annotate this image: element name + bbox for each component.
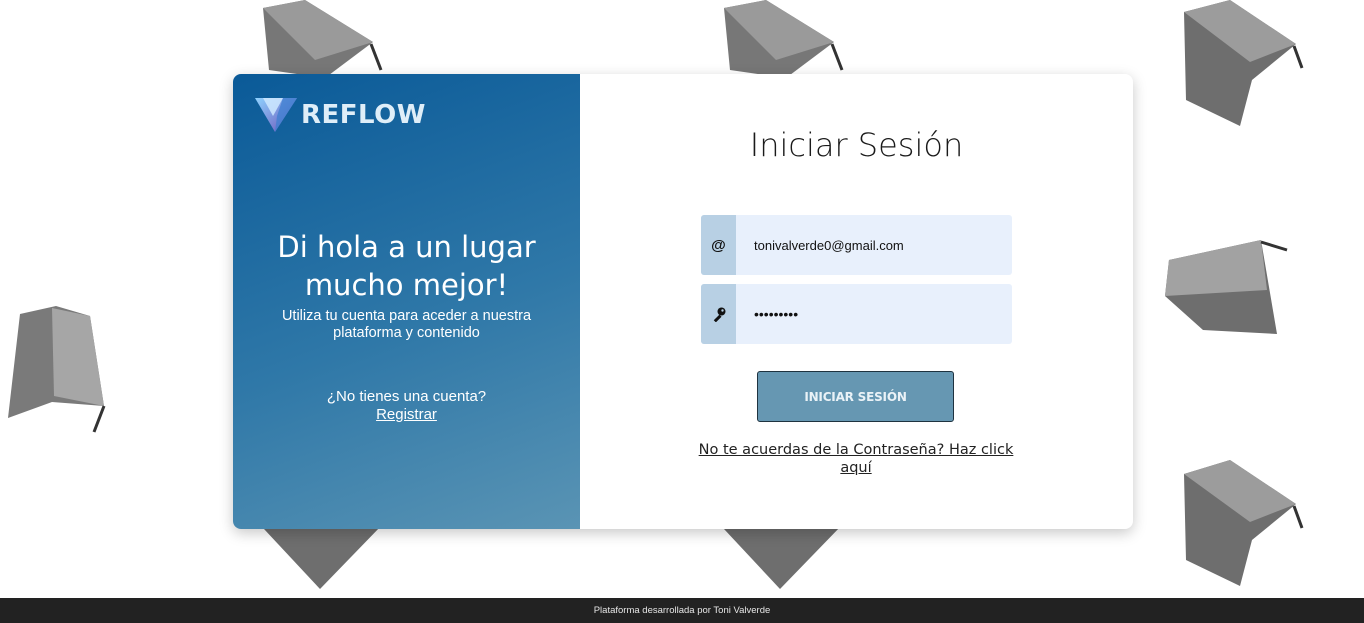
graduation-cap-icon (724, 0, 844, 78)
welcome-panel: REFLOW Di hola a un lugar mucho mejor! U… (233, 74, 580, 529)
brand: REFLOW (255, 96, 426, 134)
at-sign-icon: @ (701, 215, 736, 275)
brand-name: REFLOW (301, 100, 426, 130)
login-title: Iniciar Sesión (749, 126, 964, 164)
graduation-cap-icon (1165, 240, 1288, 334)
graduation-cap-icon (263, 0, 383, 78)
hero-subtitle: Utiliza tu cuenta para aceder a nuestra … (281, 308, 532, 341)
email-input[interactable] (736, 215, 1012, 275)
graduation-cap-icon (1184, 0, 1304, 126)
login-submit-button[interactable]: INICIAR SESIÓN (757, 371, 954, 422)
graduation-cap-icon (8, 306, 106, 433)
forgot-password-link[interactable]: No te acuerdas de la Contraseña? Haz cli… (690, 441, 1022, 477)
graduation-cap-icon (1184, 460, 1304, 586)
footer-text: Plataforma desarrollada por Toni Valverd… (593, 605, 771, 616)
hero: Di hola a un lugar mucho mejor! Utiliza … (233, 228, 580, 342)
login-card: REFLOW Di hola a un lugar mucho mejor! U… (233, 74, 1133, 529)
signup-prompt: ¿No tienes una cuenta? (326, 388, 487, 405)
hero-title: Di hola a un lugar mucho mejor! (277, 230, 536, 302)
login-panel: Iniciar Sesión @ INICIAR SESIÓN No te ac… (580, 74, 1133, 529)
reflow-logo-icon (255, 98, 297, 132)
email-field: @ (701, 215, 1012, 275)
password-input[interactable] (736, 284, 1012, 344)
register-link[interactable]: Registrar (376, 406, 437, 423)
footer: Plataforma desarrollada por Toni Valverd… (0, 598, 1364, 623)
password-field (701, 284, 1012, 344)
signup-block: ¿No tienes una cuenta? Registrar (233, 388, 580, 424)
key-icon (701, 284, 736, 344)
